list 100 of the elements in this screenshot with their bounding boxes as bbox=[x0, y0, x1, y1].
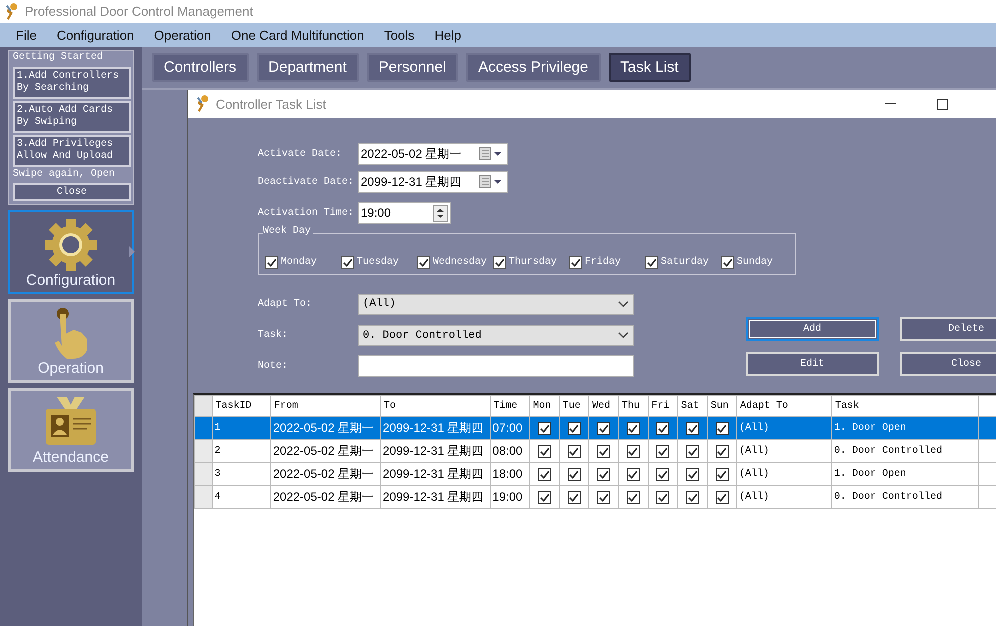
checkbox[interactable] bbox=[568, 468, 581, 481]
step-button[interactable]: 3.Add Privileges Allow And Upload bbox=[13, 135, 131, 167]
task-dropdown[interactable]: 0. Door Controlled bbox=[358, 325, 634, 346]
dialog-button[interactable]: Edit bbox=[746, 352, 879, 376]
dialog-button[interactable]: Delete bbox=[900, 317, 996, 341]
calendar-dropdown-icon[interactable] bbox=[479, 147, 505, 161]
checkbox[interactable] bbox=[597, 445, 610, 458]
time-field[interactable]: 19:00 bbox=[358, 202, 451, 224]
checkbox[interactable] bbox=[538, 468, 552, 481]
tab[interactable]: Controllers bbox=[152, 53, 249, 82]
tab[interactable]: Personnel bbox=[366, 53, 458, 82]
window-title: Professional Door Control Management bbox=[25, 4, 254, 19]
checkbox[interactable] bbox=[686, 468, 700, 481]
tab[interactable]: Department bbox=[256, 53, 359, 82]
checkbox[interactable] bbox=[597, 491, 610, 504]
key-icon bbox=[196, 95, 210, 113]
column-header[interactable]: Fri bbox=[648, 396, 678, 416]
checkbox[interactable] bbox=[656, 491, 670, 504]
table-cell: 2099-12-31 星期四 bbox=[380, 462, 490, 486]
checkbox[interactable] bbox=[626, 422, 640, 435]
calendar-dropdown-icon[interactable] bbox=[479, 175, 505, 189]
field-label: Activate Date: bbox=[258, 148, 344, 160]
menu-item[interactable]: Tools bbox=[374, 28, 425, 42]
column-header[interactable]: Time bbox=[490, 396, 530, 416]
checkbox[interactable] bbox=[568, 422, 581, 435]
table-cell: 2022-05-02 星期一 bbox=[270, 462, 381, 486]
column-header[interactable]: Sat bbox=[678, 396, 708, 416]
column-header[interactable]: From bbox=[270, 396, 381, 416]
tab[interactable]: Access Privilege bbox=[466, 53, 600, 82]
checkbox[interactable] bbox=[626, 491, 640, 504]
column-header[interactable]: Wed bbox=[588, 396, 619, 416]
checkbox[interactable] bbox=[686, 445, 700, 458]
checkbox[interactable] bbox=[538, 422, 552, 435]
checkbox[interactable] bbox=[645, 256, 658, 269]
checkbox[interactable] bbox=[538, 445, 552, 458]
column-header[interactable]: Tue bbox=[559, 396, 589, 416]
column-header[interactable]: To bbox=[380, 396, 490, 416]
menu-item[interactable]: One Card Multifunction bbox=[221, 28, 374, 42]
checkbox[interactable] bbox=[538, 491, 552, 504]
table-cell: 4 bbox=[212, 486, 271, 508]
dialog-button[interactable]: Close bbox=[900, 352, 996, 376]
checkbox[interactable] bbox=[568, 491, 581, 504]
dialog-title: Controller Task List bbox=[216, 96, 328, 112]
maximize-icon[interactable] bbox=[936, 98, 948, 110]
menu-item[interactable]: File bbox=[6, 28, 47, 42]
dialog-button[interactable]: Add bbox=[746, 317, 879, 341]
checkbox[interactable] bbox=[656, 445, 670, 458]
checkbox[interactable] bbox=[417, 256, 430, 269]
table-cell: (All) bbox=[736, 486, 832, 508]
column-header[interactable]: TaskID bbox=[212, 396, 271, 416]
checkbox[interactable] bbox=[626, 468, 640, 481]
checkbox-label: Saturday bbox=[661, 257, 710, 268]
checkbox[interactable] bbox=[686, 491, 700, 504]
table-cell: 2022-05-02 星期一 bbox=[270, 416, 381, 440]
key-icon bbox=[5, 2, 19, 20]
checkbox[interactable] bbox=[716, 445, 729, 458]
table-cell: 2022-05-02 星期一 bbox=[270, 486, 381, 508]
note-field[interactable] bbox=[358, 355, 634, 377]
column-header[interactable]: Thu bbox=[618, 396, 648, 416]
table-cell: 1 bbox=[212, 416, 271, 440]
table-cell: 2099-12-31 星期四 bbox=[380, 486, 490, 508]
checkbox[interactable] bbox=[716, 468, 729, 481]
checkbox-label: Sunday bbox=[737, 257, 774, 268]
checkbox[interactable] bbox=[716, 422, 729, 435]
table-cell: 08:00 bbox=[490, 440, 530, 462]
spinner-icon[interactable] bbox=[433, 204, 448, 222]
nav-button[interactable]: Configuration bbox=[8, 210, 134, 294]
checkbox[interactable] bbox=[716, 491, 729, 504]
column-header[interactable]: Task bbox=[832, 396, 979, 416]
checkbox[interactable] bbox=[721, 256, 734, 269]
step-button[interactable]: 1.Add Controllers By Searching bbox=[13, 67, 131, 99]
column-header[interactable]: Adapt To bbox=[736, 396, 832, 416]
date-field[interactable]: 2022-05-02 星期一 bbox=[358, 143, 508, 165]
checkbox[interactable] bbox=[597, 422, 610, 435]
close-button[interactable]: Close bbox=[13, 183, 131, 201]
menu-item[interactable]: Help bbox=[424, 28, 472, 42]
column-header[interactable]: Mon bbox=[530, 396, 560, 416]
step-button[interactable]: 2.Auto Add Cards By Swiping bbox=[13, 101, 131, 133]
table-cell: 19:00 bbox=[490, 486, 530, 508]
checkbox[interactable] bbox=[656, 422, 670, 435]
checkbox[interactable] bbox=[597, 468, 610, 481]
caret-icon bbox=[618, 300, 629, 308]
column-header[interactable]: Sun bbox=[707, 396, 737, 416]
menu-item[interactable]: Operation bbox=[144, 28, 222, 42]
minimize-icon[interactable] bbox=[884, 103, 896, 105]
checkbox[interactable] bbox=[493, 256, 506, 269]
checkbox[interactable] bbox=[569, 256, 582, 269]
date-field[interactable]: 2099-12-31 星期四 bbox=[358, 171, 508, 193]
checkbox[interactable] bbox=[568, 445, 581, 458]
checkbox[interactable] bbox=[341, 256, 354, 269]
table-cell: 2099-12-31 星期四 bbox=[380, 440, 490, 462]
checkbox[interactable] bbox=[686, 422, 700, 435]
menu-item[interactable]: Configuration bbox=[46, 28, 144, 42]
group-title: Week Day bbox=[263, 226, 314, 237]
adapt-to-dropdown[interactable]: (All) bbox=[358, 294, 634, 314]
checkbox[interactable] bbox=[626, 445, 640, 458]
checkbox[interactable] bbox=[265, 256, 278, 269]
checkbox[interactable] bbox=[656, 468, 670, 481]
checkbox-label: Monday bbox=[281, 257, 318, 268]
tab[interactable]: Task List bbox=[608, 53, 691, 82]
